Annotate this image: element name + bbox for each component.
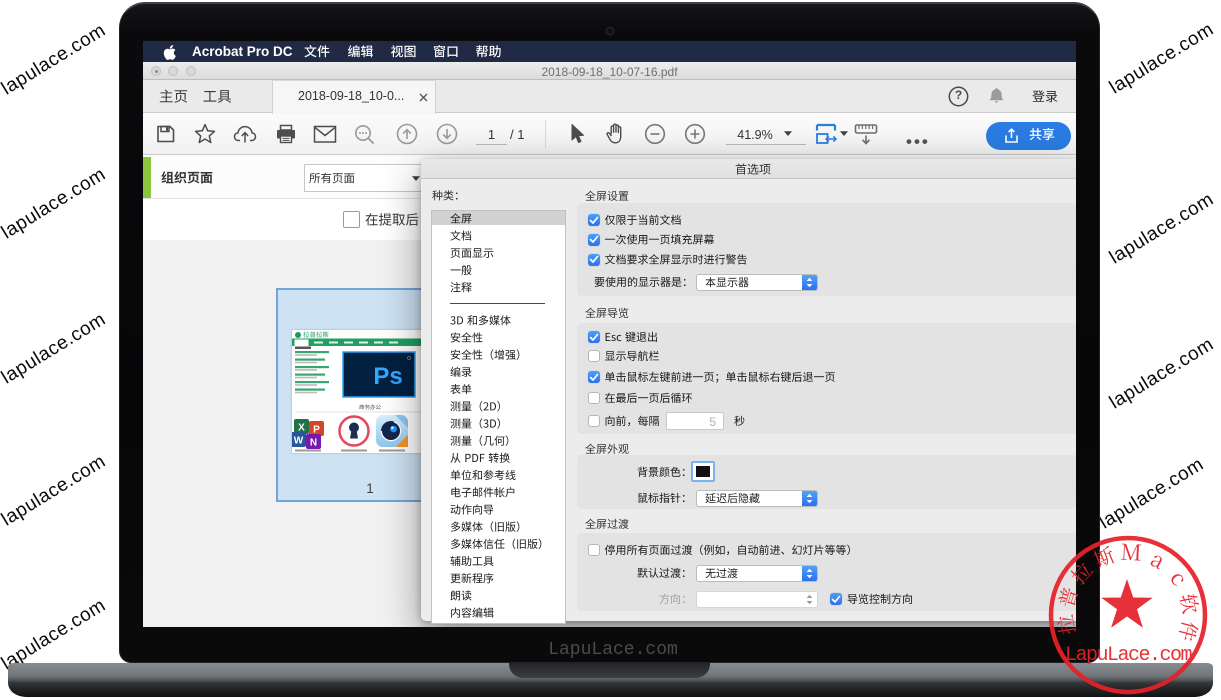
svg-text:Ps: Ps [373, 363, 402, 390]
svg-text:P: P [313, 425, 320, 436]
svg-text:W: W [294, 436, 304, 447]
svg-text:N: N [310, 438, 317, 449]
svg-text:LapuLace.com: LapuLace.com [1065, 644, 1192, 667]
svg-text:X: X [298, 423, 305, 434]
